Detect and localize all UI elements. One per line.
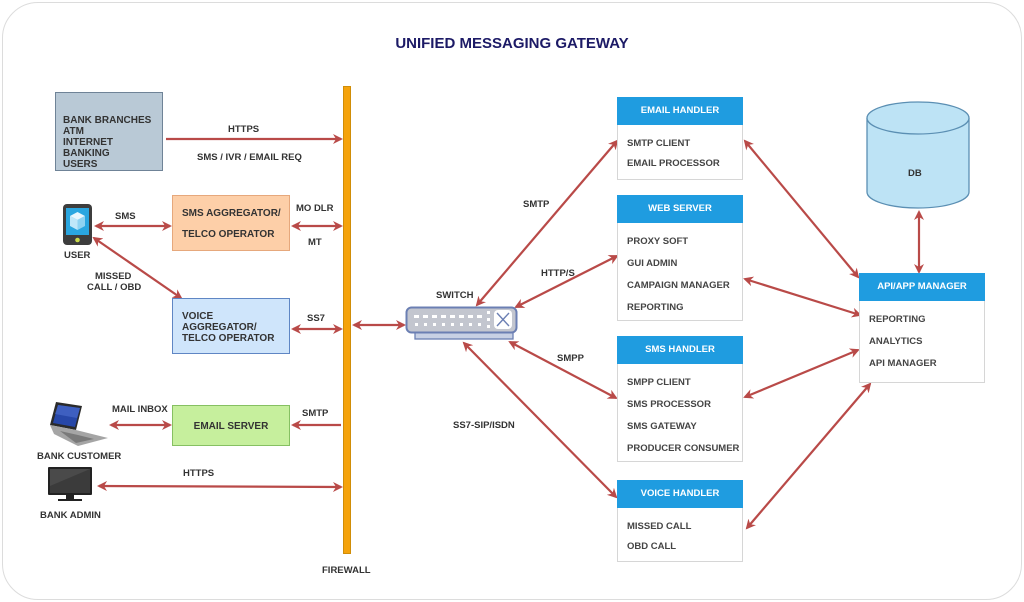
switch-label: SWITCH <box>436 290 474 301</box>
sms-aggregator-box: SMS AGGREGATOR/ TELCO OPERATOR <box>172 195 290 251</box>
edge-label-sms: SMS <box>115 211 136 222</box>
arrow-switch-sms-handler <box>508 341 618 399</box>
web-server-item: REPORTING <box>627 302 684 313</box>
network-switch-icon <box>405 306 518 340</box>
email-handler-box: EMAIL HANDLER SMTP CLIENT EMAIL PROCESSO… <box>617 97 743 180</box>
edge-label-call-obd: CALL / OBD <box>87 282 142 293</box>
user-label: USER <box>64 250 91 261</box>
sms-aggregator-line: TELCO OPERATOR <box>182 229 275 240</box>
mobile-phone-icon <box>63 204 92 245</box>
db-label: DB <box>908 168 922 179</box>
voice-aggregator-line: TELCO OPERATOR <box>182 333 275 344</box>
email-handler-item: EMAIL PROCESSOR <box>627 158 720 169</box>
edge-label-https: HTTPS <box>183 468 215 479</box>
api-app-manager-title: API/APP MANAGER <box>859 273 985 301</box>
arrow-email-handler-api-manager <box>743 139 860 279</box>
database-icon <box>866 101 970 209</box>
voice-handler-box: VOICE HANDLER MISSED CALL OBD CALL <box>617 480 743 562</box>
arrow-web-server-api-manager <box>743 276 862 318</box>
edge-label-smtp: SMTP <box>302 408 329 419</box>
sms-handler-box: SMS HANDLER SMPP CLIENT SMS PROCESSOR SM… <box>617 336 743 462</box>
web-server-title: WEB SERVER <box>617 195 743 223</box>
voice-aggregator-line: VOICE AGGREGATOR/ <box>182 311 257 333</box>
sms-handler-item: PRODUCER CONSUMER <box>627 443 740 454</box>
edge-label-mt: MT <box>308 237 322 248</box>
arrow-switch-web-server <box>514 255 619 308</box>
api-app-manager-item: REPORTING <box>869 314 926 325</box>
bank-channel-item: BANK BRANCHES <box>63 115 152 126</box>
laptop-icon <box>50 402 108 446</box>
edge-label-smtp: SMTP <box>523 199 550 210</box>
voice-handler-title: VOICE HANDLER <box>617 480 743 508</box>
sms-handler-item: SMS GATEWAY <box>627 421 697 432</box>
arrow-admin-firewall <box>97 481 343 492</box>
api-app-manager-item: ANALYTICS <box>869 336 923 347</box>
api-app-manager-item: API MANAGER <box>869 358 937 369</box>
firewall-label: FIREWALL <box>322 565 371 576</box>
edge-label-https: HTTPS <box>228 124 260 135</box>
bank-channel-item: ATM <box>63 126 84 137</box>
edge-label-missed: MISSED <box>95 271 132 282</box>
arrow-sms-handler-api-manager <box>743 348 860 399</box>
firewall-bar <box>343 86 351 554</box>
voice-handler-item: MISSED CALL <box>627 521 692 532</box>
edge-label-ss7: SS7 <box>307 313 325 324</box>
email-server-box: EMAIL SERVER <box>172 405 290 446</box>
voice-aggregator-box: VOICE AGGREGATOR/ TELCO OPERATOR <box>172 298 290 354</box>
email-handler-title: EMAIL HANDLER <box>617 97 743 125</box>
web-server-item: GUI ADMIN <box>627 258 678 269</box>
sms-aggregator-line: SMS AGGREGATOR/ <box>182 208 281 219</box>
api-app-manager-box: API/APP MANAGER REPORTING ANALYTICS API … <box>859 273 985 383</box>
edge-label-mo-dlr: MO DLR <box>296 203 334 214</box>
bank-admin-label: BANK ADMIN <box>40 510 101 521</box>
bank-channel-item: USERS <box>63 159 98 170</box>
sms-handler-title: SMS HANDLER <box>617 336 743 364</box>
edge-label-ss7-sip-isdn: SS7-SIP/ISDN <box>453 420 515 431</box>
arrow-switch-email-handler <box>475 139 619 307</box>
web-server-box: WEB SERVER PROXY SOFT GUI ADMIN CAMPAIGN… <box>617 195 743 321</box>
web-server-item: CAMPAIGN MANAGER <box>627 280 730 291</box>
edge-label-http-s: HTTP/S <box>541 268 575 279</box>
bank-channel-item: INTERNET BANKING <box>63 137 113 159</box>
bank-customer-label: BANK CUSTOMER <box>37 451 122 462</box>
edge-label-smpp: SMPP <box>557 353 584 364</box>
voice-handler-item: OBD CALL <box>627 541 677 552</box>
sms-handler-item: SMPP CLIENT <box>627 377 691 388</box>
web-server-item: PROXY SOFT <box>627 236 689 247</box>
sms-handler-item: SMS PROCESSOR <box>627 399 711 410</box>
monitor-icon <box>48 467 92 501</box>
arrow-voice-handler-api-manager <box>745 382 872 530</box>
email-handler-item: SMTP CLIENT <box>627 138 691 149</box>
edge-label-mail-inbox: MAIL INBOX <box>112 404 168 415</box>
bank-channels-box: BANK BRANCHES ATM INTERNET BANKING USERS <box>55 92 163 171</box>
edge-label-sms-ivr-email: SMS / IVR / EMAIL REQ <box>197 152 302 163</box>
